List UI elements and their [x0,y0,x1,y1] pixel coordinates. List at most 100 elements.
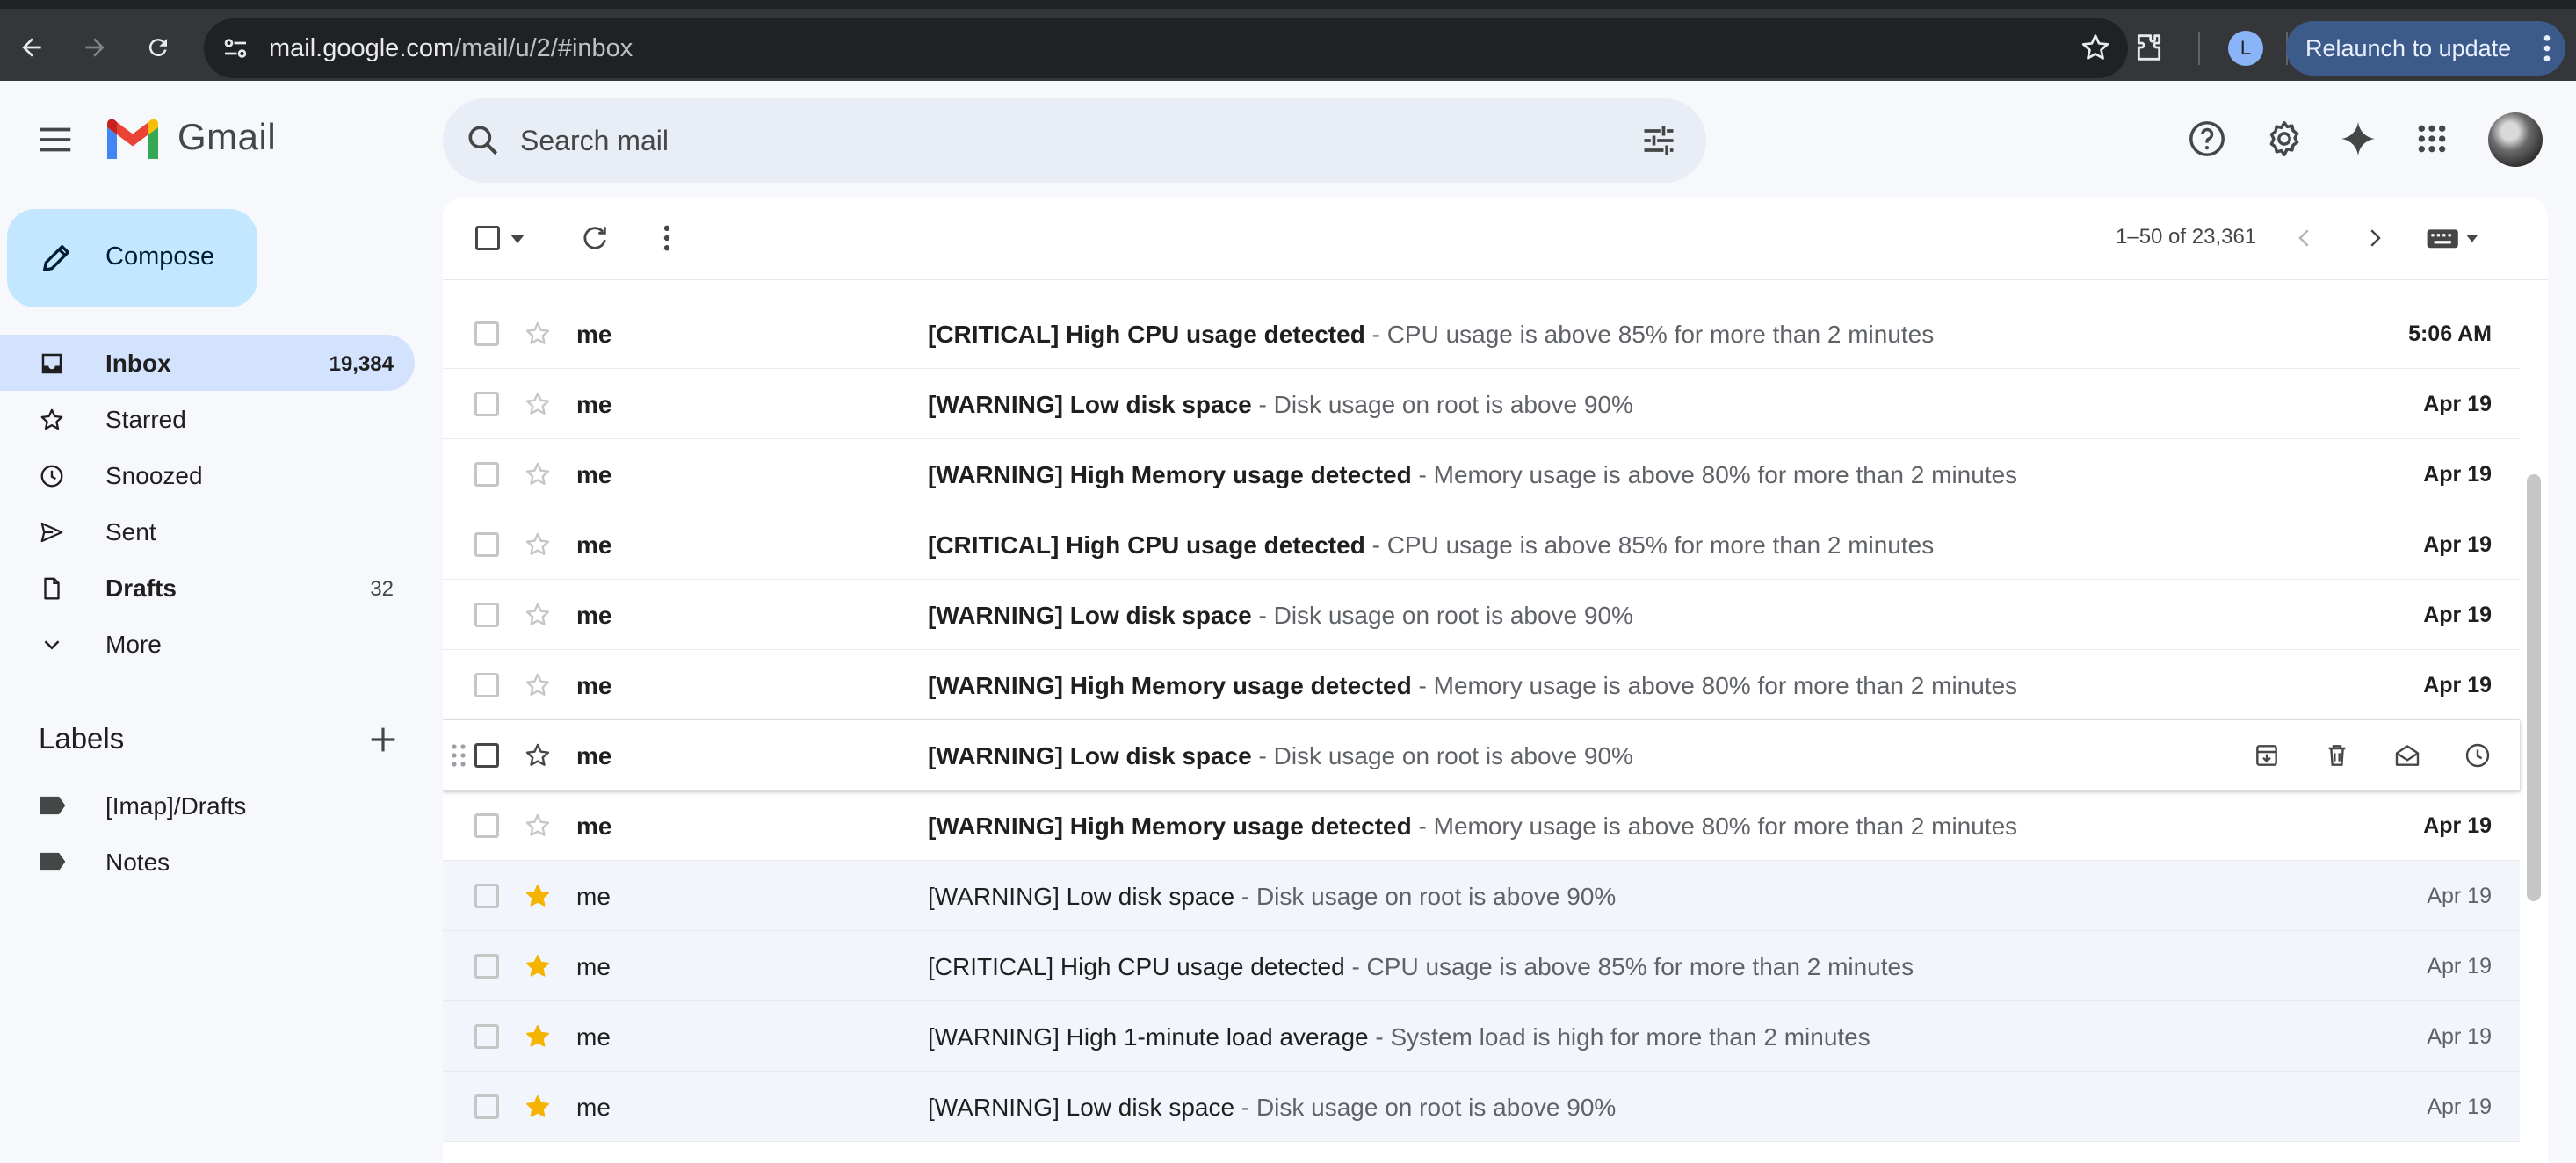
email-subject-line: [WARNING] Low disk space - Disk usage on… [928,602,1633,630]
settings-gear-icon[interactable] [2261,116,2307,162]
star-filled-icon[interactable] [524,882,552,910]
draft-file-icon [39,575,65,602]
gemini-sparkle-icon[interactable] [2335,116,2381,162]
compose-button[interactable]: Compose [7,209,257,307]
label-icon [39,850,67,873]
email-row[interactable]: me [WARNING] Low disk space - Disk usage … [443,720,2520,791]
star-outline-icon[interactable] [524,741,552,769]
search-options-icon[interactable] [1639,121,1678,160]
row-checkbox[interactable] [474,392,499,416]
url-text: mail.google.com/mail/u/2/#inbox [269,34,633,62]
chevron-down-icon [39,632,65,658]
email-row[interactable]: me [WARNING] Low disk space - Disk usage … [443,861,2520,931]
email-snippet: - Disk usage on root is above 90% [1234,883,1617,910]
row-checkbox[interactable] [474,1024,499,1049]
address-bar[interactable]: mail.google.com/mail/u/2/#inbox [204,18,2128,78]
star-filled-icon[interactable] [524,1093,552,1121]
row-checkbox[interactable] [474,1094,499,1119]
star-outline-icon [39,407,65,433]
email-row[interactable]: me [WARNING] High Memory usage detected -… [443,650,2520,720]
account-avatar[interactable] [2488,112,2543,167]
row-checkbox[interactable] [474,321,499,346]
input-tools-keyboard-icon[interactable] [2423,218,2485,258]
star-filled-icon[interactable] [524,1022,552,1051]
drag-handle-icon[interactable] [450,741,467,769]
reload-icon[interactable] [139,28,177,67]
search-icon[interactable] [464,121,503,160]
email-row[interactable]: me [WARNING] High 1-minute load average -… [443,1001,2520,1072]
row-checkbox[interactable] [474,884,499,908]
sidebar-item-label: Inbox [105,350,171,377]
create-label-plus-icon[interactable] [365,722,401,757]
search-bar[interactable] [443,98,1706,183]
star-filled-icon[interactable] [524,952,552,980]
sender-name: me [576,602,612,629]
email-subject: [WARNING] Low disk space [928,391,1252,418]
label-item-imap-drafts[interactable]: [Imap]/Drafts [0,777,415,833]
forward-arrow-icon[interactable] [76,28,114,67]
row-checkbox[interactable] [474,462,499,487]
help-icon[interactable] [2184,116,2230,162]
sender-name: me [576,813,612,840]
search-input[interactable] [520,121,1574,160]
star-outline-icon[interactable] [524,460,552,488]
row-checkbox[interactable] [474,954,499,979]
main-menu-icon[interactable] [35,119,76,160]
email-row[interactable]: me [WARNING] Low disk space - Disk usage … [443,1072,2520,1142]
unread-count: 19,384 [329,352,394,376]
delete-trash-icon[interactable] [2318,736,2356,775]
email-snippet: - CPU usage is above 85% for more than 2… [1364,531,1935,559]
sidebar-item-sent[interactable]: Sent [0,503,415,560]
previous-page-chevron-icon[interactable] [2284,218,2325,258]
star-outline-icon[interactable] [524,601,552,629]
browser-profile-avatar[interactable]: L [2228,31,2263,66]
select-dropdown-caret-icon[interactable] [504,218,531,258]
row-checkbox[interactable] [474,532,499,557]
more-options-vertical-icon[interactable] [647,218,687,258]
select-all-checkbox[interactable] [467,218,508,258]
gmail-logo-icon[interactable] [104,117,162,163]
sidebar-item-inbox[interactable]: Inbox 19,384 [0,335,415,391]
star-outline-icon[interactable] [524,531,552,559]
relaunch-to-update-button[interactable]: Relaunch to update [2286,21,2565,76]
label-item-notes[interactable]: Notes [0,833,415,889]
sender-name: me [576,883,611,910]
email-row[interactable]: me [CRITICAL] High CPU usage detected - C… [443,931,2520,1001]
email-row[interactable]: me [WARNING] High Memory usage detected -… [443,439,2520,509]
star-outline-icon[interactable] [524,390,552,418]
site-settings-icon[interactable] [220,33,251,64]
email-row[interactable]: me [WARNING] Low disk space - Disk usage … [443,580,2520,650]
next-page-chevron-icon[interactable] [2355,218,2395,258]
email-row[interactable]: me [WARNING] Low disk space - Disk usage … [443,369,2520,439]
refresh-icon[interactable] [575,218,615,258]
sidebar-item-snoozed[interactable]: Snoozed [0,447,415,503]
sender-name: me [576,672,612,699]
email-row[interactable]: me [WARNING] High Memory usage detected -… [443,791,2520,861]
bookmark-star-icon[interactable] [2079,31,2112,64]
email-date: Apr 19 [2423,673,2492,697]
email-row[interactable]: me [CRITICAL] High CPU usage detected - C… [443,299,2520,369]
star-outline-icon[interactable] [524,671,552,699]
snooze-clock-icon[interactable] [2458,736,2497,775]
row-checkbox[interactable] [474,673,499,697]
email-date: Apr 19 [2427,884,2492,908]
sidebar-item-more[interactable]: More [0,616,415,672]
pagination-range[interactable]: 1–50 of 23,361 [2116,225,2256,249]
row-checkbox[interactable] [474,813,499,838]
row-checkbox[interactable] [474,743,499,768]
row-checkbox[interactable] [474,603,499,627]
extensions-puzzle-icon[interactable] [2131,30,2167,65]
sidebar-item-starred[interactable]: Starred [0,391,415,447]
back-arrow-icon[interactable] [12,28,51,67]
scrollbar-thumb[interactable] [2527,474,2541,901]
email-subject-line: [CRITICAL] High CPU usage detected - CPU… [928,531,1934,560]
email-row[interactable]: me [CRITICAL] High CPU usage detected - C… [443,509,2520,580]
google-apps-grid-icon[interactable] [2409,116,2455,162]
sidebar-item-label: Sent [105,518,156,545]
mark-as-read-envelope-icon[interactable] [2388,736,2427,775]
gmail-wordmark[interactable]: Gmail [177,116,276,158]
star-outline-icon[interactable] [524,320,552,348]
archive-icon[interactable] [2247,736,2286,775]
star-outline-icon[interactable] [524,812,552,840]
sidebar-item-drafts[interactable]: Drafts 32 [0,560,415,616]
